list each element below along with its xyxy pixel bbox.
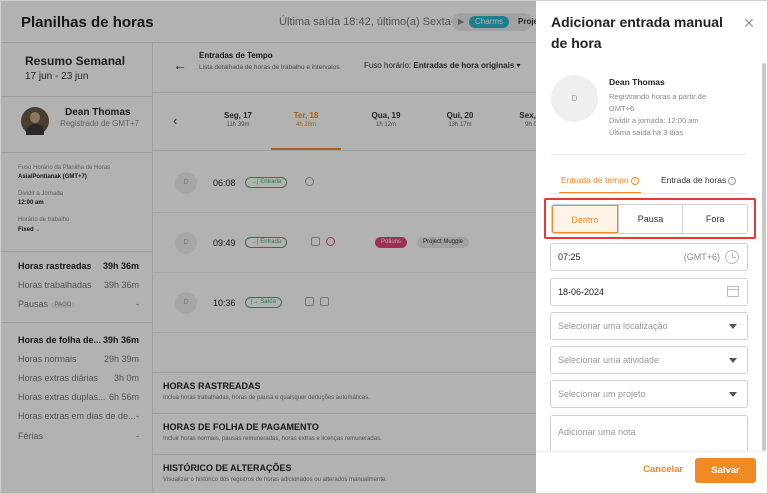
activity-select[interactable]: Selecionar uma atividade <box>550 346 748 374</box>
calendar-icon[interactable] <box>727 286 739 297</box>
tab-hours-entry[interactable]: Entrada de horas i <box>661 175 737 185</box>
segment-break-button[interactable]: Pausa <box>617 205 683 233</box>
scrollbar[interactable] <box>762 63 766 451</box>
segment-out-button[interactable]: Fora <box>682 205 747 233</box>
chevron-down-icon <box>729 324 737 329</box>
panel-title: Adicionar entrada manual de hora <box>551 14 723 51</box>
location-select[interactable]: Selecionar uma localização <box>550 312 748 340</box>
panel-footer: Cancelar Salvar <box>536 451 767 493</box>
info-icon: i <box>630 177 639 185</box>
cancel-button[interactable]: Cancelar <box>643 464 683 475</box>
user-name: Dean Thomas <box>609 77 665 87</box>
date-input[interactable]: 18-06-2024 <box>550 278 748 306</box>
location-placeholder: Selecionar uma localização <box>558 321 668 331</box>
user-info-line: Dividir a jornada: 12:00 am <box>609 116 699 125</box>
close-icon[interactable]: × <box>740 14 758 32</box>
note-textarea[interactable]: Adicionar uma nota <box>550 415 748 451</box>
segment-in-button[interactable]: Dentro <box>552 205 618 233</box>
tab-time-entry[interactable]: Entrada de tempo i <box>559 175 641 194</box>
project-placeholder: Selecionar um projeto <box>558 389 646 399</box>
avatar: D <box>551 75 598 122</box>
user-info-line: Registrando horas a partir de <box>609 92 707 101</box>
chevron-down-icon <box>729 392 737 397</box>
time-zone-suffix: (GMT+6) <box>683 252 720 262</box>
user-info-line: Última saída há 3 dias <box>609 128 684 137</box>
app-window: Planilhas de horas Última saída 18:42, ú… <box>0 0 768 494</box>
activity-placeholder: Selecionar uma atividade <box>558 355 660 365</box>
note-placeholder: Adicionar uma nota <box>558 427 636 437</box>
chevron-down-icon <box>729 358 737 363</box>
info-icon: i <box>728 177 737 185</box>
modal-overlay[interactable] <box>1 1 536 493</box>
time-input[interactable]: 07:25 (GMT+6) <box>550 243 748 271</box>
time-value: 07:25 <box>558 252 581 262</box>
clock-icon <box>725 250 739 264</box>
user-info-line: GMT+6 <box>609 104 635 113</box>
project-select[interactable]: Selecionar um projeto <box>550 380 748 408</box>
entry-type-segmented-control[interactable]: Dentro Pausa Fora <box>551 204 748 234</box>
save-button[interactable]: Salvar <box>695 458 756 483</box>
date-value: 18-06-2024 <box>558 287 605 297</box>
